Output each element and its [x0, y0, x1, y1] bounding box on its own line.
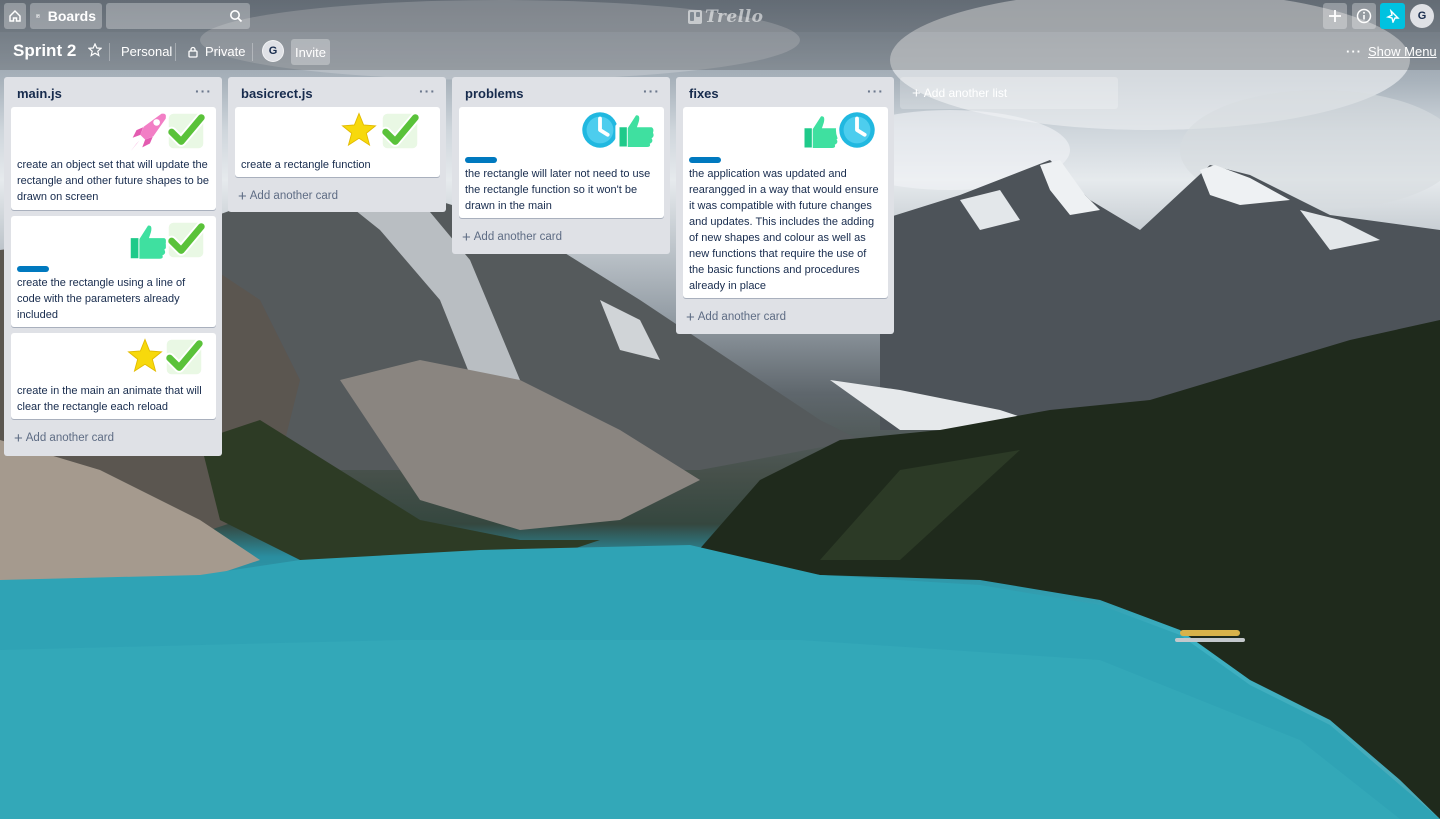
info-icon	[1356, 8, 1372, 24]
visibility-label: Private	[205, 44, 246, 59]
card-label-blue	[689, 157, 721, 163]
show-menu-button[interactable]: ··· Show Menu	[1346, 44, 1437, 59]
card[interactable]: create the rectangle using a line of cod…	[11, 216, 216, 327]
divider	[252, 43, 253, 61]
create-button[interactable]	[1323, 3, 1347, 29]
board-title[interactable]: Sprint 2	[13, 41, 76, 61]
home-icon	[9, 9, 21, 22]
invite-button[interactable]: Invite	[291, 39, 330, 65]
trello-logo[interactable]: Trello	[688, 7, 763, 27]
more-icon: ···	[1346, 44, 1362, 59]
plus-icon: +	[14, 429, 23, 447]
list-title[interactable]: problems	[465, 86, 524, 101]
card-text: create the rectangle using a line of cod…	[17, 277, 186, 321]
check-sticker-icon	[161, 334, 207, 380]
card-stickers	[459, 107, 664, 157]
list-header: problems ···	[452, 77, 670, 107]
add-card-button[interactable]: + Add another card	[234, 183, 440, 209]
add-list-button[interactable]: + Add another list	[900, 77, 1118, 109]
user-avatar[interactable]: G	[1410, 4, 1434, 28]
list-main-js[interactable]: main.js ··· create an object set that wi…	[4, 77, 222, 456]
card[interactable]: create an object set that will update th…	[11, 107, 216, 210]
plus-icon	[1329, 10, 1341, 22]
visibility-button[interactable]: Private	[187, 44, 245, 59]
card-text: the application was updated and rearangg…	[689, 168, 879, 292]
card-text: create in the main an animate that will …	[17, 385, 202, 413]
card[interactable]: the rectangle will later not need to use…	[459, 107, 664, 218]
member-avatar[interactable]: G	[262, 40, 284, 62]
team-button[interactable]: Personal	[121, 44, 172, 59]
show-menu-label: Show Menu	[1368, 44, 1437, 59]
thumbsup-sticker-icon	[614, 108, 658, 152]
card[interactable]: the application was updated and rearangg…	[683, 107, 888, 298]
search-icon[interactable]	[229, 9, 243, 23]
logo-text: Trello	[705, 7, 764, 27]
card-text: create an object set that will update th…	[17, 159, 210, 203]
list-problems[interactable]: problems ··· the rectangle will later no…	[452, 77, 670, 254]
add-card-label: Add another card	[697, 311, 786, 323]
info-button[interactable]	[1352, 3, 1376, 29]
star-sticker-icon	[337, 108, 381, 152]
notification-icon	[1385, 9, 1400, 23]
card-stickers	[683, 107, 888, 157]
add-card-label: Add another card	[249, 190, 338, 202]
plus-icon: +	[686, 308, 695, 326]
list-header: main.js ···	[4, 77, 222, 107]
add-card-button[interactable]: + Add another card	[10, 425, 216, 451]
card-stickers	[11, 333, 216, 383]
check-sticker-icon	[377, 108, 423, 154]
list-basicrect-js[interactable]: basicrect.js ··· create a rectangle func…	[228, 77, 446, 212]
trello-logo-icon	[688, 10, 702, 24]
list-menu-icon[interactable]: ···	[867, 83, 884, 99]
lock-icon	[188, 46, 198, 58]
list-title[interactable]: fixes	[689, 86, 719, 101]
add-card-label: Add another card	[25, 432, 114, 444]
card[interactable]: create in the main an animate that will …	[11, 333, 216, 419]
plus-icon: +	[462, 228, 471, 246]
add-card-button[interactable]: + Add another card	[458, 224, 664, 250]
divider	[175, 43, 176, 61]
boards-label: Boards	[47, 8, 96, 24]
divider	[109, 43, 110, 61]
clock-sticker-icon	[834, 107, 880, 153]
card-stickers	[235, 107, 440, 157]
card[interactable]: create a rectangle function	[235, 107, 440, 177]
list-menu-icon[interactable]: ···	[195, 83, 212, 99]
check-sticker-icon	[163, 217, 209, 263]
home-button[interactable]	[4, 3, 26, 29]
plus-icon: +	[238, 187, 247, 205]
card-stickers	[11, 107, 216, 157]
star-icon[interactable]	[88, 43, 102, 57]
notifications-button[interactable]	[1380, 3, 1405, 29]
card-text: create a rectangle function	[241, 159, 371, 171]
card-label-blue	[465, 157, 497, 163]
list-menu-icon[interactable]: ···	[643, 83, 660, 99]
list-title[interactable]: main.js	[17, 86, 62, 101]
add-list-label: Add another list	[923, 86, 1008, 100]
list-menu-icon[interactable]: ···	[419, 83, 436, 99]
list-header: basicrect.js ···	[228, 77, 446, 107]
team-label: Personal	[121, 44, 173, 59]
card-stickers	[11, 216, 216, 266]
list-fixes[interactable]: fixes ··· the application was updated an…	[676, 77, 894, 334]
card-label-blue	[17, 266, 49, 272]
boards-icon	[36, 14, 40, 18]
check-sticker-icon	[163, 108, 209, 154]
list-header: fixes ···	[676, 77, 894, 107]
list-title[interactable]: basicrect.js	[241, 86, 313, 101]
add-card-label: Add another card	[473, 231, 562, 243]
top-header: Boards Trello G	[0, 0, 1440, 32]
boards-button[interactable]: Boards	[30, 3, 102, 29]
card-text: the rectangle will later not need to use…	[465, 168, 651, 212]
board-header: Sprint 2 Personal Private G Invite ··· S…	[0, 32, 1440, 70]
plus-icon: +	[912, 84, 921, 102]
add-card-button[interactable]: + Add another card	[682, 304, 888, 330]
